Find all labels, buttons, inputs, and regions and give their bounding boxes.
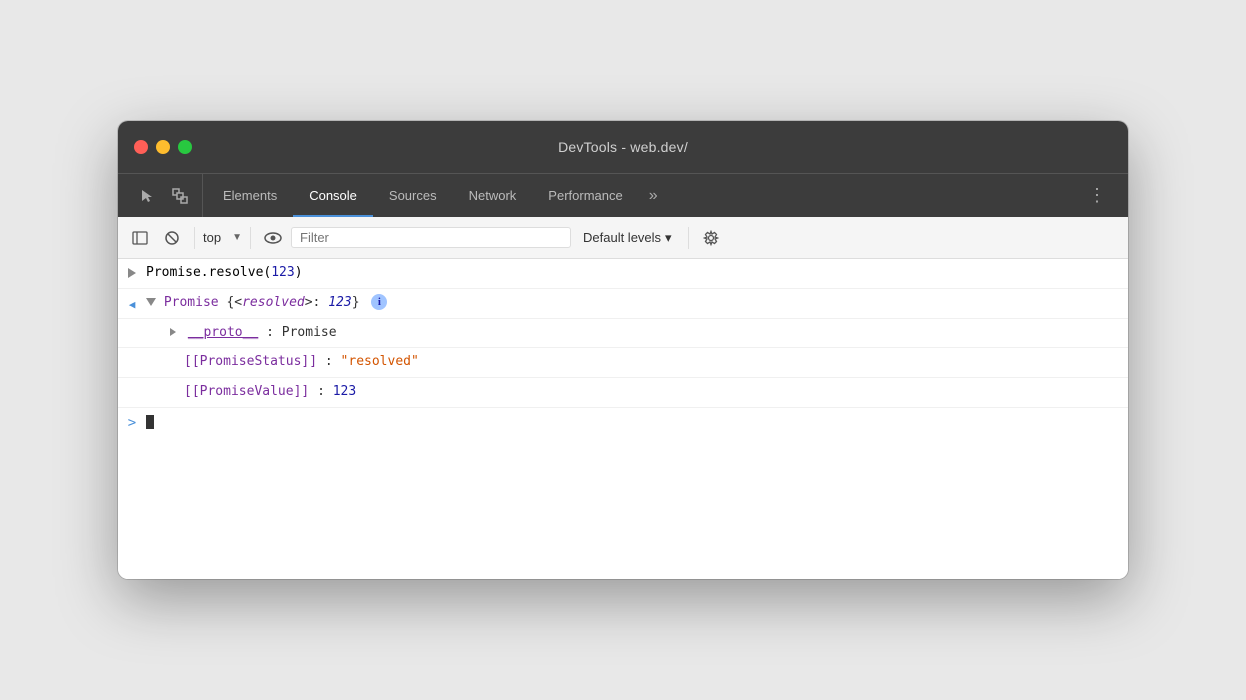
layers-icon [172,188,188,204]
line-5-content: [[PromiseValue]] : 123 [170,382,1120,403]
proto-expand-icon[interactable] [170,328,176,336]
tabbar-end: ⋮ [1074,174,1120,217]
toolbar-divider-3 [688,227,689,249]
gear-icon [703,230,719,246]
promise-value-key: [[PromiseValue]] [184,384,309,399]
ban-icon [164,230,180,246]
line-3-gutter[interactable] [142,323,170,326]
tab-sources[interactable]: Sources [373,174,453,217]
tab-performance[interactable]: Performance [532,174,638,217]
tab-elements[interactable]: Elements [207,174,293,217]
info-badge[interactable]: i [371,294,387,310]
proto-key: __proto__ [188,325,258,340]
promise-status-value: "resolved" [341,354,419,369]
prompt-input-area[interactable] [146,414,1120,432]
devtools-window: DevTools - web.dev/ Elements Console [118,121,1128,579]
console-line-2: ◀ Promise {<resolved>: 123} i [118,289,1128,319]
line-2-gutter[interactable]: ◀ [118,293,146,311]
line-1-content: Promise.resolve(123) [146,263,1120,284]
context-selector[interactable]: top ▼ [203,230,242,245]
levels-dropdown-arrow: ▾ [665,230,672,246]
tabbar: Elements Console Sources Network Perform… [118,173,1128,217]
window-controls [134,140,192,154]
expand-icon [128,268,136,278]
line-3-content: __proto__ : Promise [170,323,1120,344]
settings-button[interactable] [697,224,725,252]
toolbar-divider-2 [250,227,251,249]
sidebar-toggle-button[interactable] [126,224,154,252]
cursor-icon [140,188,156,204]
window-title: DevTools - web.dev/ [558,139,688,155]
line-4-content: [[PromiseStatus]] : "resolved" [170,352,1120,373]
console-prompt-line: > [118,408,1128,438]
back-arrow: ◀ [129,296,136,311]
promise-label: Promise {<resolved>: 123} i [164,295,388,310]
promise-status-key: [[PromiseStatus]] [184,354,317,369]
devtools-menu-button[interactable]: ⋮ [1082,181,1112,210]
tab-console[interactable]: Console [293,174,373,217]
filter-input[interactable] [300,230,562,245]
layers-icon-button[interactable] [166,182,194,210]
console-line-5: [[PromiseValue]] : 123 [118,378,1128,408]
log-levels-button[interactable]: Default levels ▾ [575,226,680,250]
minimize-button[interactable] [156,140,170,154]
more-tabs-button[interactable]: » [641,174,666,217]
console-line-4: [[PromiseStatus]] : "resolved" [118,348,1128,378]
tab-network[interactable]: Network [453,174,533,217]
line-2-content: Promise {<resolved>: 123} i [146,293,1120,314]
titlebar: DevTools - web.dev/ [118,121,1128,173]
sidebar-icon [132,230,148,246]
clear-console-button[interactable] [158,224,186,252]
promise-value-value: 123 [333,384,356,399]
eye-icon [264,231,282,245]
console-line-3: __proto__ : Promise [118,319,1128,349]
console-line-1: Promise.resolve(123) [118,259,1128,289]
close-button[interactable] [134,140,148,154]
toolbar-divider [194,227,195,249]
line-5-gutter [142,382,170,385]
maximize-button[interactable] [178,140,192,154]
console-toolbar: top ▼ Default levels ▾ [118,217,1128,259]
console-output: Promise.resolve(123) ◀ Promise {<resolve… [118,259,1128,579]
cursor-blink [146,415,154,429]
toolbar-icons [126,174,203,217]
cursor-icon-button[interactable] [134,182,162,210]
collapse-icon[interactable] [146,298,156,306]
line-1-text: Promise.resolve(123) [146,265,303,280]
context-select-input[interactable]: top [203,230,242,245]
line-4-gutter [142,352,170,355]
filter-input-wrapper [291,227,571,248]
prompt-chevron: > [118,415,146,431]
line-1-gutter[interactable] [118,263,146,278]
eye-button[interactable] [259,224,287,252]
